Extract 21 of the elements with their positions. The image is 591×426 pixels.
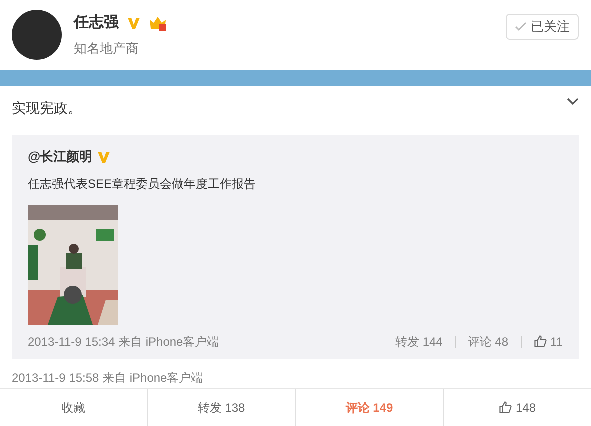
repost-meta: 2013-11-9 15:34 来自 iPhone客户端 [28,334,220,350]
check-icon [515,21,527,33]
post-meta: 2013-11-9 15:58 来自 iPhone客户端 [12,370,204,386]
crown-icon [149,15,167,32]
user-bio: 知名地产商 [74,40,140,58]
chevron-down-icon[interactable] [567,98,579,106]
avatar[interactable] [12,10,62,60]
thumbs-up-icon [534,335,547,348]
user-name[interactable]: 任志强 [74,12,119,34]
follow-button[interactable]: 已关注 [506,14,579,40]
repost-action[interactable]: 评论 48 [456,332,521,350]
action-tab[interactable]: 评论 149 [346,398,394,416]
action-tab[interactable]: 148 [498,398,536,416]
repost-text: 任志强代表SEE章程委员会做年度工作报告 [28,176,258,192]
action-tab[interactable]: 转发 138 [198,398,246,416]
like-action[interactable]: 11 [522,332,563,350]
repost-author[interactable]: @长江颜明 [28,147,93,166]
thumbs-up-icon [498,401,512,414]
post-text: 实现宪政。 [12,99,82,118]
action-tab[interactable]: 收藏 [62,398,86,416]
repost-action[interactable]: 转发 144 [383,332,455,350]
